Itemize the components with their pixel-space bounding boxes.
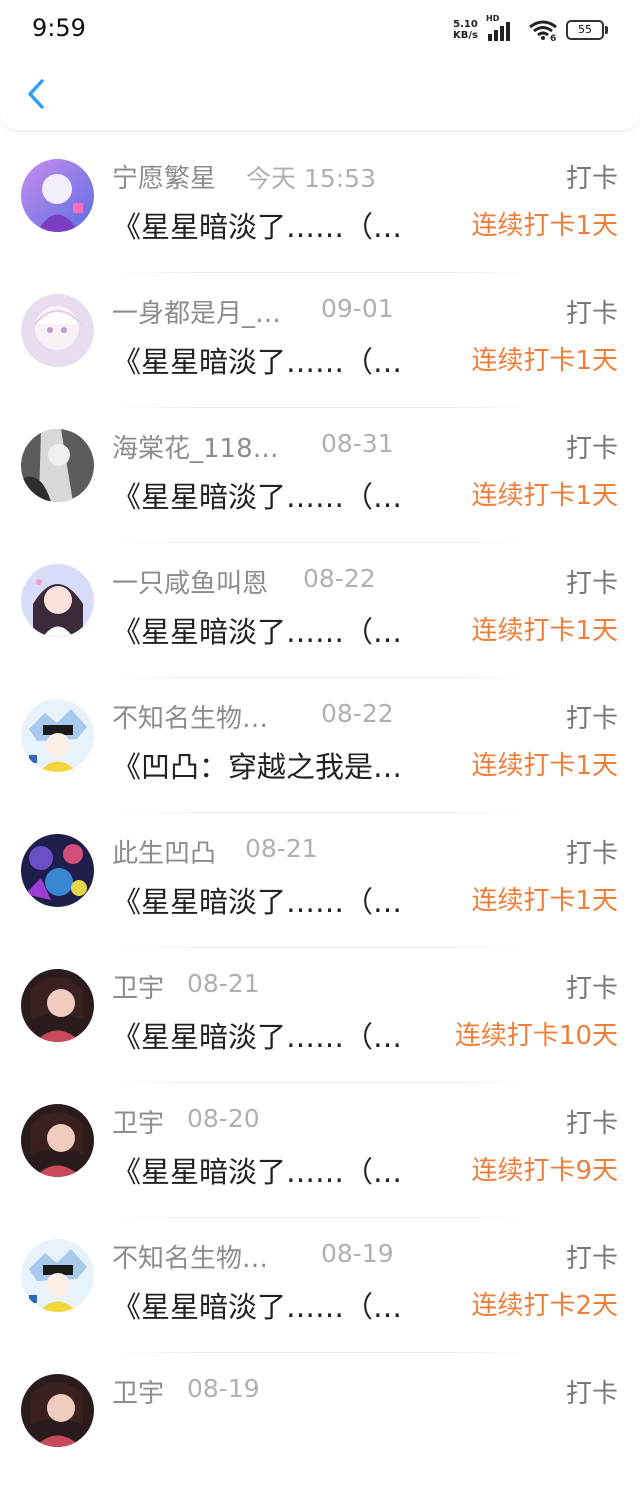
nav-bar xyxy=(0,60,640,131)
feed-item[interactable]: 海棠花_118… 08-31 打卡 《星星暗淡了……（… 连续打卡1天 xyxy=(0,408,640,543)
status-bar: 9:59 5.10 KB/s HD 6 55 xyxy=(0,0,640,60)
svg-text:6: 6 xyxy=(550,34,556,41)
user-name[interactable]: 不知名生物… xyxy=(112,698,302,735)
post-type-label: 打卡 xyxy=(565,839,618,869)
avatar[interactable] xyxy=(21,1104,94,1177)
streak-badge: 连续打卡1天 xyxy=(471,211,618,241)
streak-badge: 连续打卡1天 xyxy=(471,346,618,376)
chevron-left-icon xyxy=(28,79,44,109)
avatar[interactable] xyxy=(21,834,94,907)
cellular-signal-icon: HD xyxy=(486,14,520,41)
post-content[interactable]: 《星星暗淡了……（… xyxy=(112,204,448,246)
battery-indicator: 55 xyxy=(566,20,608,40)
post-time: 08-22 xyxy=(303,564,376,593)
feed-item[interactable]: 此生凹凸 08-21 打卡 《星星暗淡了……（… 连续打卡1天 xyxy=(0,813,640,948)
post-content[interactable]: 《凹凸：穿越之我是… xyxy=(112,744,448,786)
user-name[interactable]: 不知名生物… xyxy=(112,1238,302,1275)
wifi-icon: 6 xyxy=(528,19,558,44)
streak-badge: 连续打卡1天 xyxy=(471,886,618,916)
streak-badge: 连续打卡9天 xyxy=(471,1156,618,1186)
post-content[interactable]: 《星星暗淡了……（… xyxy=(112,879,448,921)
network-speed-value: 5.10 xyxy=(453,19,478,30)
post-type-label: 打卡 xyxy=(565,1379,618,1409)
feed-item[interactable]: 不知名生物… 08-19 打卡 《星星暗淡了……（… 连续打卡2天 xyxy=(0,1218,640,1353)
feed-item[interactable]: 一身都是月_… 09-01 打卡 《星星暗淡了……（… 连续打卡1天 xyxy=(0,273,640,408)
streak-badge: 连续打卡2天 xyxy=(471,1291,618,1321)
streak-badge: 连续打卡1天 xyxy=(471,616,618,646)
post-time: 08-21 xyxy=(245,834,318,863)
avatar[interactable] xyxy=(21,159,94,232)
post-type-label: 打卡 xyxy=(565,164,618,194)
post-type-label: 打卡 xyxy=(565,1244,618,1274)
feed-item[interactable]: 不知名生物… 08-22 打卡 《凹凸：穿越之我是… 连续打卡1天 xyxy=(0,678,640,813)
status-icons: 5.10 KB/s HD 6 55 xyxy=(453,14,608,44)
avatar[interactable] xyxy=(21,429,94,502)
post-type-label: 打卡 xyxy=(565,1109,618,1139)
post-time: 今天 15:53 xyxy=(246,164,376,193)
avatar[interactable] xyxy=(21,699,94,772)
post-type-label: 打卡 xyxy=(565,569,618,599)
post-time: 08-19 xyxy=(321,1239,394,1268)
post-time: 09-01 xyxy=(321,294,394,323)
checkin-feed: 宁愿繁星 今天 15:53 打卡 《星星暗淡了……（… 连续打卡1天 一身都是月… xyxy=(0,138,640,1488)
post-content[interactable]: 《星星暗淡了……（… xyxy=(112,1149,448,1191)
status-time: 9:59 xyxy=(32,14,86,42)
avatar[interactable] xyxy=(21,564,94,637)
avatar[interactable] xyxy=(21,969,94,1042)
user-name[interactable]: 海棠花_118… xyxy=(112,428,302,465)
post-type-label: 打卡 xyxy=(565,434,618,464)
post-time: 08-20 xyxy=(187,1104,260,1133)
feed-item[interactable]: 卫宇 08-21 打卡 《星星暗淡了……（… 连续打卡10天 xyxy=(0,948,640,1083)
streak-badge: 连续打卡1天 xyxy=(471,751,618,781)
network-speed-unit: KB/s xyxy=(453,30,478,41)
post-type-label: 打卡 xyxy=(565,974,618,1004)
back-button[interactable] xyxy=(18,74,54,114)
streak-badge: 连续打卡1天 xyxy=(471,481,618,511)
user-name[interactable]: 一身都是月_… xyxy=(112,293,302,330)
post-time: 08-21 xyxy=(187,969,260,998)
post-type-label: 打卡 xyxy=(565,704,618,734)
post-content[interactable]: 《星星暗淡了……（… xyxy=(112,1284,448,1326)
feed-item[interactable]: 宁愿繁星 今天 15:53 打卡 《星星暗淡了……（… 连续打卡1天 xyxy=(0,138,640,273)
post-time: 08-22 xyxy=(321,699,394,728)
avatar[interactable] xyxy=(21,1374,94,1447)
user-name[interactable]: 一只咸鱼叫恩 xyxy=(112,563,302,600)
post-content[interactable]: 《星星暗淡了……（… xyxy=(112,474,448,516)
feed-item[interactable]: 卫宇 08-19 打卡 xyxy=(0,1353,640,1488)
post-content[interactable]: 《星星暗淡了……（… xyxy=(112,609,448,651)
streak-badge: 连续打卡10天 xyxy=(454,1021,618,1051)
network-speed: 5.10 KB/s xyxy=(453,19,478,41)
post-content[interactable]: 《星星暗淡了……（… xyxy=(112,339,448,381)
post-content[interactable]: 《星星暗淡了……（… xyxy=(112,1014,448,1056)
post-type-label: 打卡 xyxy=(565,299,618,329)
avatar[interactable] xyxy=(21,294,94,367)
avatar[interactable] xyxy=(21,1239,94,1312)
post-time: 08-19 xyxy=(187,1374,260,1403)
post-time: 08-31 xyxy=(321,429,394,458)
feed-item[interactable]: 卫宇 08-20 打卡 《星星暗淡了……（… 连续打卡9天 xyxy=(0,1083,640,1218)
feed-item[interactable]: 一只咸鱼叫恩 08-22 打卡 《星星暗淡了……（… 连续打卡1天 xyxy=(0,543,640,678)
